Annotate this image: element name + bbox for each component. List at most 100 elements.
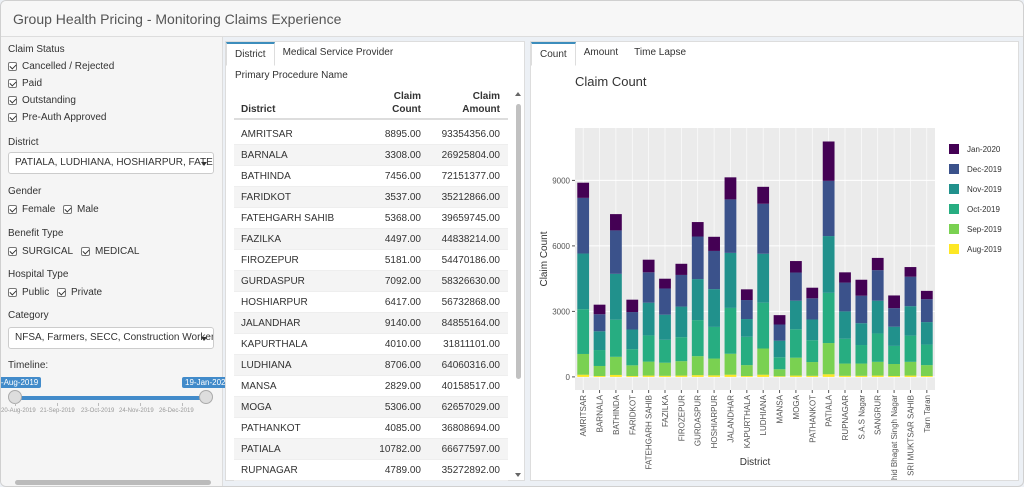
table-row[interactable]: PATIALA 10782.00 66677597.00 — [234, 439, 508, 460]
bar-segment — [773, 340, 786, 358]
legend-swatch — [949, 224, 959, 234]
x-tick-label: S.A.S Nagar — [857, 395, 866, 440]
bar-segment — [659, 278, 671, 289]
bar-segment — [822, 236, 835, 293]
district-select[interactable]: PATIALA, LUDHIANA, HOSHIARPUR, FATEH — [8, 152, 214, 174]
timeline-end-handle[interactable] — [199, 390, 213, 404]
col-header-amount-line2[interactable]: Amount — [460, 104, 500, 115]
col-header-amount-line1[interactable]: Claim — [460, 91, 500, 102]
bar-segment — [871, 257, 884, 271]
cell-district: BATHINDA — [241, 171, 291, 182]
bar-segment — [724, 307, 737, 354]
claim-status-cancelled-checkbox[interactable]: Cancelled / Rejected — [8, 61, 114, 72]
caret-down-icon — [201, 337, 207, 341]
table-row[interactable]: FAZILKA 4497.00 44838214.00 — [234, 229, 508, 250]
bar-segment — [659, 375, 671, 377]
benefit-surgical-checkbox[interactable]: SURGICAL — [8, 246, 73, 257]
bar-segment — [806, 375, 819, 377]
table-row[interactable]: PATHANKOT 4085.00 36808694.00 — [234, 418, 508, 439]
table-row[interactable]: FATEHGARH SAHIB 5368.00 39659745.00 — [234, 208, 508, 229]
sidebar-horizontal-scrollbar[interactable] — [15, 480, 211, 485]
bar-segment — [593, 376, 606, 377]
x-tick-label: KAPURTHALA — [743, 394, 752, 448]
tab-medical-service-provider[interactable]: Medical Service Provider — [275, 42, 402, 66]
bar-segment — [724, 199, 737, 253]
bar-segment — [724, 353, 737, 375]
benefit-medical-checkbox[interactable]: MEDICAL — [81, 246, 139, 257]
legend-swatch — [949, 204, 959, 214]
hospital-private-checkbox[interactable]: Private — [57, 287, 102, 298]
bar-segment — [920, 299, 933, 323]
scroll-up-icon[interactable] — [515, 92, 521, 96]
timeline-slider-track[interactable] — [15, 396, 207, 400]
bar-segment — [740, 376, 753, 377]
claim-status-paid-checkbox[interactable]: Paid — [8, 78, 42, 89]
cell-amount: 39659745.00 — [441, 213, 500, 224]
bar-segment — [691, 222, 704, 237]
bar-segment — [839, 272, 851, 283]
claim-status-outstanding-checkbox[interactable]: Outstanding — [8, 95, 76, 106]
checkbox-checked-icon — [8, 205, 17, 214]
legend-swatch — [949, 244, 959, 254]
bar-segment — [740, 365, 753, 377]
table-row[interactable]: HOSHIARPUR 6417.00 56732868.00 — [234, 292, 508, 313]
table-row[interactable]: KAPURTHALA 4010.00 31811101.00 — [234, 334, 508, 355]
table-row[interactable]: MANSA 2829.00 40158517.00 — [234, 376, 508, 397]
table-row[interactable]: BATHINDA 7456.00 72151377.00 — [234, 166, 508, 187]
bar-segment — [610, 356, 622, 375]
x-tick-label: JALANDHAR — [726, 395, 735, 443]
bar-segment — [675, 375, 688, 377]
y-axis-title: Claim Count — [539, 231, 550, 286]
gender-male-checkbox[interactable]: Male — [63, 204, 99, 215]
bar-segment — [691, 279, 704, 321]
bar-segment — [757, 374, 770, 377]
bar-segment — [904, 276, 917, 307]
cell-district: MANSA — [241, 381, 277, 392]
tab-count[interactable]: Count — [531, 42, 576, 66]
col-header-count-line2[interactable]: Count — [384, 104, 421, 115]
table-row[interactable]: RUPNAGAR 4789.00 35272892.00 — [234, 460, 508, 481]
table-row[interactable]: BARNALA 3308.00 26925804.00 — [234, 145, 508, 166]
tab-amount[interactable]: Amount — [576, 42, 626, 66]
bar-segment — [593, 331, 606, 351]
scroll-down-icon[interactable] — [515, 473, 521, 477]
cell-amount: 35272892.00 — [441, 465, 500, 476]
tab-district[interactable]: District — [226, 42, 275, 66]
table-row[interactable]: AMRITSAR 8895.00 93354356.00 — [234, 124, 508, 145]
category-select[interactable]: NFSA, Farmers, SECC, Construction Worker… — [8, 327, 214, 349]
cell-count: 9140.00 — [384, 318, 421, 329]
timeline-start-handle[interactable] — [8, 390, 22, 404]
bar-segment — [708, 236, 720, 251]
bar-segment — [675, 337, 688, 362]
gender-female-checkbox[interactable]: Female — [8, 204, 55, 215]
table-row[interactable]: LUDHIANA 8706.00 64060316.00 — [234, 355, 508, 376]
table-row[interactable]: FARIDKOT 3537.00 35212866.00 — [234, 187, 508, 208]
x-tick-label: HOSHIARPUR — [710, 395, 719, 449]
bar-segment — [740, 289, 753, 301]
hospital-public-checkbox[interactable]: Public — [8, 287, 49, 298]
slider-tick — [57, 403, 58, 406]
table-row[interactable]: JALANDHAR 9140.00 84855164.00 — [234, 313, 508, 334]
col-header-district[interactable]: District — [241, 104, 275, 115]
bar-segment — [920, 365, 933, 377]
table-vertical-scrollbar[interactable] — [516, 104, 521, 379]
tab-primary-procedure-name[interactable]: Primary Procedure Name — [235, 70, 348, 81]
bar-segment — [790, 261, 802, 273]
cell-district: PATIALA — [241, 444, 281, 455]
table-row[interactable]: MOGA 5306.00 62657029.00 — [234, 397, 508, 418]
table-row[interactable]: GURDASPUR 7092.00 58326630.00 — [234, 271, 508, 292]
claim-status-preauth-checkbox[interactable]: Pre-Auth Approved — [8, 112, 107, 123]
col-header-count-line1[interactable]: Claim — [384, 91, 421, 102]
table-row[interactable]: FIROZEPUR 5181.00 54470186.00 — [234, 250, 508, 271]
bar-segment — [920, 376, 933, 377]
x-axis-title: District — [740, 457, 771, 468]
bar-segment — [904, 267, 917, 277]
bar-segment — [888, 326, 900, 346]
tab-time-lapse[interactable]: Time Lapse — [626, 42, 694, 66]
bar-segment — [626, 365, 639, 377]
table-tabs: District Medical Service Provider — [226, 42, 401, 66]
cell-count: 3308.00 — [384, 150, 421, 161]
slider-tick — [140, 403, 141, 406]
cell-amount: 62657029.00 — [441, 402, 500, 413]
y-tick-label: 0 — [566, 373, 571, 382]
